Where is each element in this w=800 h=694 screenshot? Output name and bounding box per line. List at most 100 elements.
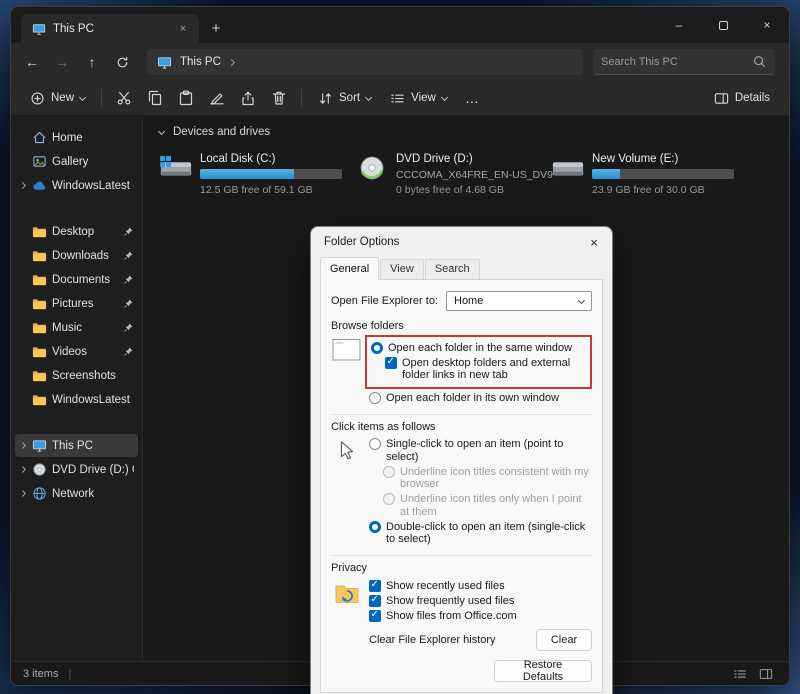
folder-icon [32, 392, 47, 407]
tab-close-icon[interactable]: × [175, 23, 191, 35]
sidebar-item-windowslatest[interactable]: WindowsLatest [15, 388, 138, 411]
tab-view[interactable]: View [380, 259, 424, 280]
this-pc-breadcrumb-icon [157, 55, 172, 70]
rename-button[interactable] [202, 84, 232, 112]
breadcrumb-chevron-icon[interactable] [228, 58, 235, 65]
back-button[interactable]: ← [17, 47, 47, 77]
sidebar-item-pictures[interactable]: Pictures [15, 292, 138, 315]
radio-unselected-icon[interactable] [369, 438, 381, 450]
cut-button[interactable] [109, 84, 139, 112]
sidebar-item-network[interactable]: Network [15, 482, 138, 505]
chevron-right-icon [19, 442, 26, 449]
open-to-label: Open File Explorer to: [331, 295, 438, 307]
details-pane-button[interactable]: Details [705, 84, 779, 112]
chevron-down-icon [578, 296, 585, 303]
sidebar-item-downloads[interactable]: Downloads [15, 244, 138, 267]
checkbox-frequently-used[interactable]: Show frequently used files [369, 595, 592, 608]
chevron-down-icon [365, 93, 372, 100]
checkbox-checked-icon[interactable] [369, 595, 381, 607]
privacy-icon [331, 577, 363, 651]
share-button[interactable] [233, 84, 263, 112]
sidebar-item-home[interactable]: Home [15, 126, 138, 149]
details-view-button[interactable] [729, 665, 751, 683]
explorer-tab-this-pc[interactable]: This PC × [21, 14, 199, 43]
close-button[interactable]: × [745, 7, 789, 43]
view-button[interactable]: View [381, 84, 456, 112]
cut-icon [116, 90, 132, 106]
more-options-button[interactable]: … [457, 90, 487, 106]
sidebar-item-gallery[interactable]: Gallery [15, 150, 138, 173]
sidebar-item-this-pc[interactable]: This PC [15, 434, 138, 457]
dialog-close-button[interactable]: × [576, 227, 612, 257]
sidebar-item-screenshots[interactable]: Screenshots [15, 364, 138, 387]
pin-icon [123, 298, 134, 309]
maximize-button[interactable] [701, 7, 745, 43]
sidebar-item-dvd-drive[interactable]: DVD Drive (D:) CCC [15, 458, 138, 481]
network-globe-icon [32, 486, 47, 501]
checkbox-office-files[interactable]: Show files from Office.com [369, 610, 592, 623]
large-icons-view-button[interactable] [755, 665, 777, 683]
tab-title: This PC [53, 23, 94, 35]
radio-open-own-window[interactable]: Open each folder in its own window [369, 392, 592, 405]
radio-underline-point[interactable]: Underline icon titles only when I point … [383, 493, 592, 518]
search-icon [752, 54, 767, 69]
tab-search[interactable]: Search [425, 259, 480, 280]
radio-open-same-window[interactable]: Open each folder in the same window [371, 342, 586, 355]
checkbox-open-in-new-tab[interactable]: Open desktop folders and external folder… [385, 357, 586, 382]
radio-double-click[interactable]: Double-click to open an item (single-cli… [369, 521, 592, 546]
paste-button[interactable] [171, 84, 201, 112]
sidebar-item-desktop[interactable]: Desktop [15, 220, 138, 243]
toolbar-divider [301, 89, 302, 107]
pin-icon [123, 322, 134, 333]
radio-selected-icon[interactable] [371, 342, 383, 354]
address-breadcrumb[interactable]: This PC [147, 49, 583, 75]
checkbox-recently-used[interactable]: Show recently used files [369, 580, 592, 593]
sidebar-item-documents[interactable]: Documents [15, 268, 138, 291]
chevron-right-icon [19, 182, 26, 189]
open-to-dropdown[interactable]: Home [446, 291, 592, 311]
refresh-button[interactable] [107, 47, 137, 77]
restore-defaults-button[interactable]: Restore Defaults [494, 660, 592, 682]
pin-icon [123, 226, 134, 237]
radio-selected-icon[interactable] [369, 521, 381, 533]
sidebar-gap [15, 412, 138, 434]
checkbox-checked-icon[interactable] [369, 610, 381, 622]
radio-single-click[interactable]: Single-click to open an item (point to s… [369, 438, 592, 463]
drive-tile-dvd-d[interactable]: DVD Drive (D:) CCCOMA_X64FRE_EN-US_DV9 0… [355, 152, 543, 196]
delete-button[interactable] [264, 84, 294, 112]
section-divider [331, 414, 592, 415]
onedrive-cloud-icon [32, 178, 47, 193]
section-divider [331, 555, 592, 556]
radio-unselected-icon[interactable] [369, 392, 381, 404]
up-button[interactable]: ↑ [77, 47, 107, 77]
chevron-down-icon [79, 93, 86, 100]
dialog-title: Folder Options [324, 236, 399, 248]
radio-underline-browser[interactable]: Underline icon titles consistent with my… [383, 466, 592, 491]
forward-button[interactable]: → [47, 47, 77, 77]
copy-button[interactable] [140, 84, 170, 112]
new-plus-icon [30, 91, 45, 106]
sidebar-item-onedrive[interactable]: WindowsLatest - Pe [15, 174, 138, 197]
copy-icon [147, 90, 163, 106]
folder-icon [32, 272, 47, 287]
drive-tile-new-volume-e[interactable]: New Volume (E:) 23.9 GB free of 30.0 GB [551, 152, 739, 196]
minimize-button[interactable]: – [657, 7, 701, 43]
collapse-chevron-icon[interactable] [158, 127, 165, 134]
sidebar-item-videos[interactable]: Videos [15, 340, 138, 363]
sort-button[interactable]: Sort [309, 84, 380, 112]
sidebar-item-music[interactable]: Music [15, 316, 138, 339]
tab-general[interactable]: General [320, 257, 379, 280]
breadcrumb-this-pc[interactable]: This PC [180, 56, 221, 68]
checkbox-checked-icon[interactable] [385, 357, 397, 369]
clear-button[interactable]: Clear [536, 629, 592, 651]
new-button[interactable]: New [21, 84, 94, 112]
new-tab-button[interactable]: + [203, 15, 229, 41]
pin-icon [123, 274, 134, 285]
drive-tile-local-disk-c[interactable]: Local Disk (C:) 12.5 GB free of 59.1 GB [159, 152, 347, 196]
checkbox-checked-icon[interactable] [369, 580, 381, 592]
search-input[interactable] [601, 56, 752, 68]
devices-and-drives-header[interactable]: Devices and drives [159, 126, 789, 138]
search-box[interactable] [593, 49, 775, 75]
dvd-drive-icon [355, 153, 389, 183]
browse-folders-group: Browse folders Open each folder in the s… [331, 320, 592, 407]
